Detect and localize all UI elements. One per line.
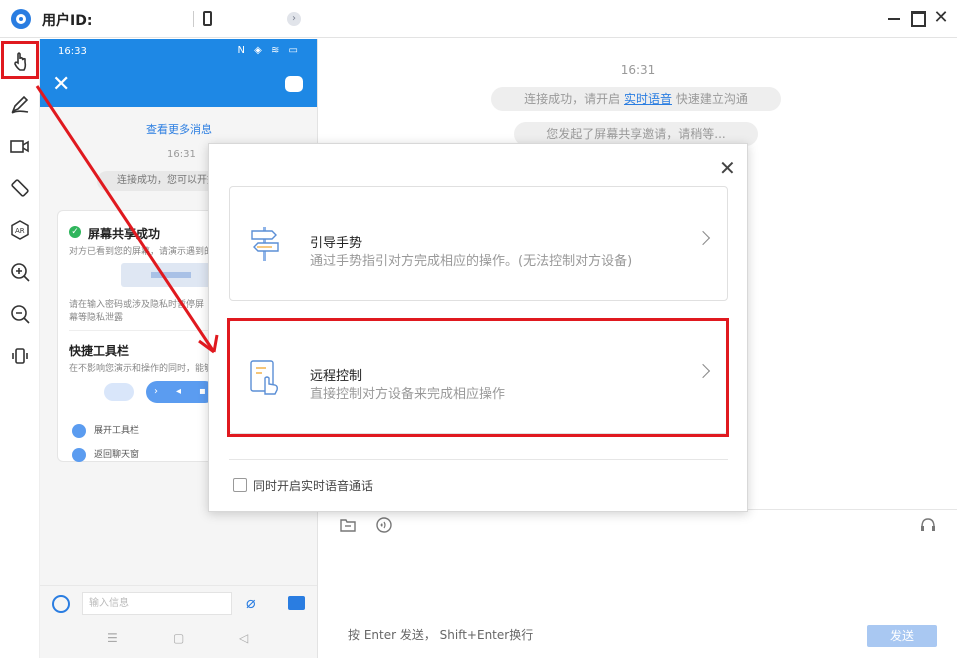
chat-system-connected: 连接成功，请开启 实时语音 快速建立沟通 [491, 87, 781, 111]
phone-voice-icon[interactable] [52, 595, 70, 613]
share-card-title: 屏幕共享成功 [88, 227, 161, 241]
guide-gesture-option[interactable]: 引导手势 通过手势指引对方完成相应的操作。(无法控制对方设备) [229, 186, 728, 301]
maximize-button[interactable] [907, 8, 927, 28]
share-card-subtitle: 对方已看到您的屏幕，请演示遇到的 [69, 247, 214, 257]
send-icon [72, 423, 86, 438]
user-id-label: 用户ID: [42, 13, 93, 29]
ar-icon[interactable]: AR [7, 217, 33, 243]
minimize-button[interactable] [884, 8, 904, 28]
phone-nav-bar: ☰ ▢ ◁ [40, 623, 317, 658]
phone-status-icons: N ◈ ≋ ▭ [237, 45, 301, 56]
chevron-right-icon [695, 230, 711, 246]
phone-status-bar: 16:33 N ◈ ≋ ▭ [40, 39, 317, 64]
left-toolbar: AR [0, 39, 40, 658]
phone-input-bar: 输入信息 ⌀ [40, 585, 317, 621]
voice-icon[interactable] [375, 516, 393, 534]
title-bar: 用户ID: › ✕ [0, 0, 957, 38]
chat-input-toolbar [319, 509, 957, 543]
vibrate-icon[interactable] [7, 343, 33, 369]
expand-toolbar-item: 展开工具栏 [72, 423, 139, 438]
video-icon[interactable] [7, 133, 37, 159]
phone-back-key[interactable]: ◁ [239, 631, 248, 645]
dialog-close-icon[interactable]: ✕ [719, 156, 736, 180]
send-hint: 按 Enter 发送， Shift+Enter换行 [348, 628, 534, 642]
zoom-out-icon[interactable] [7, 301, 33, 327]
selected-tool-highlight [1, 41, 39, 79]
svg-text:AR: AR [15, 227, 25, 235]
toolbar-demo-pill [104, 383, 134, 401]
phone-chat-time: 16:31 [167, 149, 196, 160]
folder-icon[interactable] [339, 516, 357, 534]
phone-image-icon[interactable] [288, 596, 305, 610]
rotate-icon[interactable] [7, 175, 33, 201]
phone-close-icon[interactable]: ✕ [52, 72, 70, 97]
phone-more-messages-link[interactable]: 查看更多消息 [146, 121, 212, 137]
remote-control-highlight [227, 318, 729, 437]
app-logo [11, 9, 31, 29]
headset-icon[interactable] [919, 516, 937, 534]
expand-icon[interactable]: › [287, 12, 301, 26]
phone-status-time: 16:33 [58, 46, 87, 57]
chat-icon [72, 447, 86, 462]
phone-attach-icon[interactable]: ⌀ [246, 593, 256, 612]
dialog-divider [229, 459, 728, 460]
phone-chat-header: ✕ [40, 64, 317, 107]
voice-call-checkbox-label[interactable]: 同时开启实时语音通话 [253, 477, 373, 494]
toolbar-demo-expanded: ›◂▪ [146, 381, 216, 403]
success-check-icon: ✓ [69, 226, 81, 238]
phone-message-input[interactable]: 输入信息 [82, 592, 232, 615]
send-button[interactable]: 发送 [867, 625, 937, 647]
realtime-voice-link[interactable]: 实时语音 [624, 92, 672, 106]
guide-gesture-title: 引导手势 [310, 236, 363, 251]
guide-gesture-desc: 通过手势指引对方完成相应的操作。(无法控制对方设备) [310, 254, 633, 269]
voice-call-checkbox[interactable] [233, 478, 247, 492]
phone-bot-icon[interactable] [285, 76, 303, 92]
close-window-button[interactable]: ✕ [931, 8, 951, 28]
zoom-in-icon[interactable] [7, 259, 33, 285]
phone-home-key[interactable]: ▢ [173, 631, 184, 645]
phone-menu-key[interactable]: ☰ [107, 631, 118, 645]
return-chat-item: 返回聊天窗 [72, 447, 139, 462]
quick-toolbar-title: 快捷工具栏 [69, 344, 130, 358]
phone-icon [203, 11, 212, 26]
title-divider [193, 11, 194, 27]
screen-control-mode-dialog: ✕ 引导手势 通过手势指引对方完成相应的操作。(无法控制对方设备) 远程控制 直… [208, 143, 748, 512]
chat-timestamp: 16:31 [620, 63, 656, 77]
signpost-icon [251, 227, 279, 261]
share-card-warning: 请在输入密码或涉及隐私时暂停屏幕等隐私泄露 [69, 300, 205, 323]
quick-toolbar-subtitle: 在不影响您演示和操作的同时，能够 [69, 364, 214, 374]
pen-icon[interactable] [7, 91, 33, 117]
